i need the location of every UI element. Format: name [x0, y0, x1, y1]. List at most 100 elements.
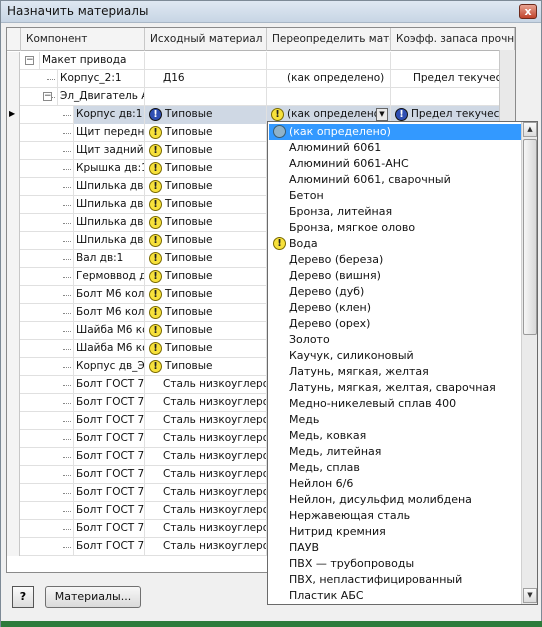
dropdown-option[interactable]: Нейлон, дисульфид молибдена — [269, 492, 521, 508]
dropdown-option[interactable]: Алюминий 6061 — [269, 140, 521, 156]
override-material-cell[interactable]: (как определено) — [267, 70, 391, 88]
dropdown-option[interactable]: Бронза, литейная — [269, 204, 521, 220]
dropdown-option[interactable]: Золото — [269, 332, 521, 348]
row-selector[interactable] — [7, 448, 20, 466]
dropdown-option[interactable]: Дерево (клен) — [269, 300, 521, 316]
dropdown-option[interactable]: Бетон — [269, 188, 521, 204]
dropdown-option[interactable]: Алюминий 6061-АНС — [269, 156, 521, 172]
row-selector[interactable] — [7, 142, 20, 160]
component-name[interactable]: Корпус дв:1 — [73, 106, 145, 124]
row-selector[interactable] — [7, 268, 20, 286]
dropdown-option[interactable]: Дерево (дуб) — [269, 284, 521, 300]
safety-factor-cell[interactable]: Предел текучести — [391, 70, 515, 88]
dropdown-option[interactable]: (как определено) — [269, 124, 521, 140]
row-selector[interactable] — [7, 232, 20, 250]
override-material-cell[interactable] — [267, 88, 391, 106]
component-name[interactable]: Болт ГОСТ 78 — [73, 520, 145, 538]
row-selector[interactable] — [7, 484, 20, 502]
dropdown-option[interactable]: ПАУВ — [269, 540, 521, 556]
dropdown-option[interactable]: Медь, сплав — [269, 460, 521, 476]
component-name[interactable]: Болт ГОСТ 78 — [73, 484, 145, 502]
row-selector[interactable] — [7, 412, 20, 430]
scroll-down-icon[interactable]: ▼ — [523, 588, 537, 603]
component-name[interactable]: Шайба М6 ко — [73, 340, 145, 358]
dropdown-option[interactable]: Нержавеющая сталь — [269, 508, 521, 524]
row-selector[interactable] — [7, 340, 20, 358]
row-selector[interactable] — [7, 430, 20, 448]
row-selector[interactable] — [7, 358, 20, 376]
component-name[interactable]: Макет привода — [39, 52, 145, 70]
component-name[interactable]: Корпус дв_Э — [73, 358, 145, 376]
help-button[interactable]: ? — [12, 586, 34, 608]
scroll-thumb[interactable] — [523, 139, 537, 335]
dropdown-option[interactable]: Пластик АБС — [269, 588, 521, 604]
column-header-safety-factor[interactable]: Коэфф. запаса прочно — [391, 28, 515, 51]
dropdown-option[interactable]: Медь, литейная — [269, 444, 521, 460]
safety-factor-cell[interactable] — [391, 88, 515, 106]
component-name[interactable]: Шпилька дв: — [73, 214, 145, 232]
component-name[interactable]: Щит задний: — [73, 142, 145, 160]
component-name[interactable]: Болт ГОСТ 78 — [73, 394, 145, 412]
component-name[interactable]: Гермоввод дв — [73, 268, 145, 286]
row-selector[interactable]: ▶ — [7, 106, 20, 124]
row-selector[interactable] — [7, 466, 20, 484]
row-selector[interactable] — [7, 304, 20, 322]
dropdown-option[interactable]: Медь — [269, 412, 521, 428]
dropdown-option[interactable]: Дерево (вишня) — [269, 268, 521, 284]
row-selector[interactable] — [7, 322, 20, 340]
dropdown-option[interactable]: Дерево (орех) — [269, 316, 521, 332]
component-name[interactable]: Болт ГОСТ 78 — [73, 412, 145, 430]
component-name[interactable]: Щит передни — [73, 124, 145, 142]
scroll-up-icon[interactable]: ▲ — [523, 122, 537, 137]
component-name[interactable]: Шпилька дв: — [73, 178, 145, 196]
column-header-original-material[interactable]: Исходный материал — [145, 28, 267, 51]
row-selector[interactable] — [7, 502, 20, 520]
dropdown-option[interactable]: ПВХ, непластифицированный — [269, 572, 521, 588]
column-header-component[interactable]: Компонент — [21, 28, 145, 51]
dropdown-option[interactable]: ! Вода — [269, 236, 521, 252]
collapse-icon[interactable]: − — [25, 56, 34, 65]
materials-button[interactable]: Материалы... — [45, 586, 141, 608]
close-icon[interactable]: x — [519, 4, 537, 19]
dropdown-scrollbar[interactable]: ▲ ▼ — [521, 122, 537, 604]
row-selector[interactable] — [7, 52, 20, 70]
row-selector[interactable] — [7, 538, 20, 556]
dropdown-option[interactable]: Каучук, силиконовый — [269, 348, 521, 364]
dropdown-option[interactable]: ПВХ — трубопроводы — [269, 556, 521, 572]
component-name[interactable]: Шпилька дв: — [73, 232, 145, 250]
component-name[interactable]: Болт М6 коле — [73, 286, 145, 304]
row-selector[interactable] — [7, 250, 20, 268]
component-name[interactable]: Вал дв:1 — [73, 250, 145, 268]
row-selector[interactable] — [7, 196, 20, 214]
dropdown-option[interactable]: Латунь, мягкая, желтая, сварочная — [269, 380, 521, 396]
component-name[interactable]: Болт ГОСТ 78 — [73, 376, 145, 394]
component-name[interactable]: Крышка дв:1 — [73, 160, 145, 178]
row-selector[interactable] — [7, 394, 20, 412]
row-selector[interactable] — [7, 214, 20, 232]
material-dropdown-list[interactable]: (как определено) Алюминий 6061 Алюминий 60… — [267, 121, 538, 605]
table-row[interactable]: − Эл_Двигатель А — [7, 88, 515, 106]
component-name[interactable]: Болт ГОСТ 78 — [73, 430, 145, 448]
column-header-override-material[interactable]: Переопределить матер — [267, 28, 391, 51]
row-selector[interactable] — [7, 376, 20, 394]
component-name[interactable]: Болт ГОСТ 78 — [73, 448, 145, 466]
component-name[interactable]: Болт ГОСТ 78 — [73, 538, 145, 556]
row-selector[interactable] — [7, 124, 20, 142]
dropdown-option[interactable]: Бронза, мягкое олово — [269, 220, 521, 236]
dropdown-option[interactable]: Нейлон 6/6 — [269, 476, 521, 492]
component-name[interactable]: Корпус_2:1 — [57, 70, 145, 88]
table-row[interactable]: Корпус_2:1 Д16 (как определено) Предел теку… — [7, 70, 515, 88]
dropdown-option[interactable]: Нитрид кремния — [269, 524, 521, 540]
row-selector[interactable] — [7, 70, 20, 88]
dropdown-option[interactable]: Медно-никелевый сплав 400 — [269, 396, 521, 412]
dropdown-option[interactable]: Дерево (береза) — [269, 252, 521, 268]
safety-factor-cell[interactable] — [391, 52, 515, 70]
row-selector[interactable] — [7, 88, 20, 106]
table-row[interactable]: − Макет привода — [7, 52, 515, 70]
component-name[interactable]: Шайба М6 ко — [73, 322, 145, 340]
row-selector[interactable] — [7, 160, 20, 178]
override-material-cell[interactable] — [267, 52, 391, 70]
dropdown-arrow-icon[interactable]: ▼ — [376, 108, 388, 121]
component-name[interactable]: Болт М6 коле — [73, 304, 145, 322]
row-selector[interactable] — [7, 520, 20, 538]
